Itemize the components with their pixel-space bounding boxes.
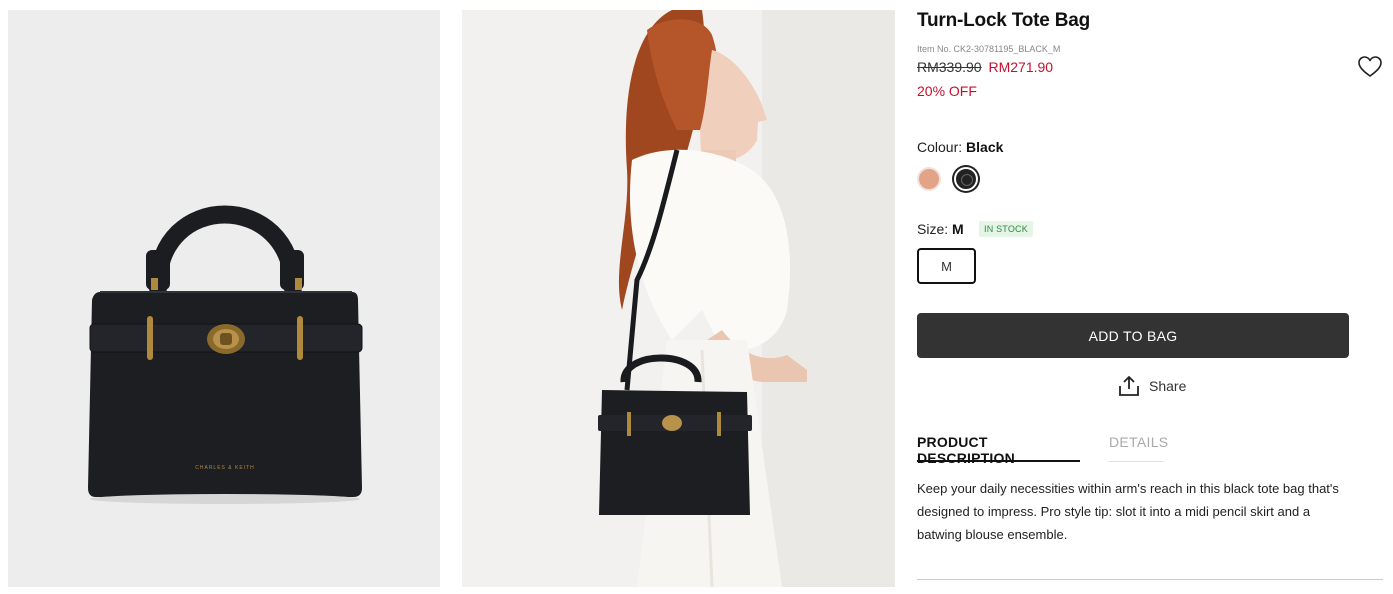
product-image-main[interactable]: CHARLES & KEITH [8, 10, 440, 587]
model-photo [462, 10, 895, 587]
colour-label: Colour: Black [917, 139, 1003, 155]
discount-label: 20% OFF [917, 83, 977, 99]
colour-label-text: Colour: [917, 139, 963, 155]
colour-selected: Black [966, 139, 1004, 155]
heart-icon[interactable] [1357, 55, 1383, 79]
share-label: Share [1149, 378, 1187, 394]
size-selected: M [952, 221, 964, 237]
tote-bag-image: CHARLES & KEITH [8, 10, 440, 587]
stock-badge: IN STOCK [979, 221, 1033, 237]
price-original: RM339.90 [917, 59, 982, 75]
price-row: RM339.90 RM271.90 [917, 59, 1053, 75]
share-icon [1119, 376, 1139, 396]
size-label: Size: M [917, 221, 964, 237]
price-sale: RM271.90 [988, 59, 1054, 75]
size-label-text: Size: [917, 221, 949, 237]
size-option-m[interactable]: M [917, 248, 976, 284]
share-button[interactable]: Share [1117, 373, 1186, 399]
product-title: Turn-Lock Tote Bag [917, 10, 1091, 31]
product-tabs: PRODUCT DESCRIPTION DETAILS [917, 430, 1383, 466]
svg-text:CHARLES & KEITH: CHARLES & KEITH [195, 465, 254, 471]
tab-details[interactable]: DETAILS [1109, 430, 1168, 462]
tab-product-description[interactable]: PRODUCT DESCRIPTION [917, 430, 1080, 466]
add-to-bag-button[interactable]: ADD TO BAG [917, 313, 1349, 358]
swatch-black[interactable] [954, 167, 978, 191]
product-image-model[interactable] [462, 10, 895, 587]
swatch-peach[interactable] [917, 167, 941, 191]
divider [917, 579, 1383, 580]
product-description-text: Keep your daily necessities within arm's… [917, 481, 1339, 542]
item-number: Item No. CK2-30781195_BLACK_M [917, 44, 1061, 54]
product-page: CHARLES & KEITH Turn-Lock Tote Bag Item … [0, 0, 1393, 594]
